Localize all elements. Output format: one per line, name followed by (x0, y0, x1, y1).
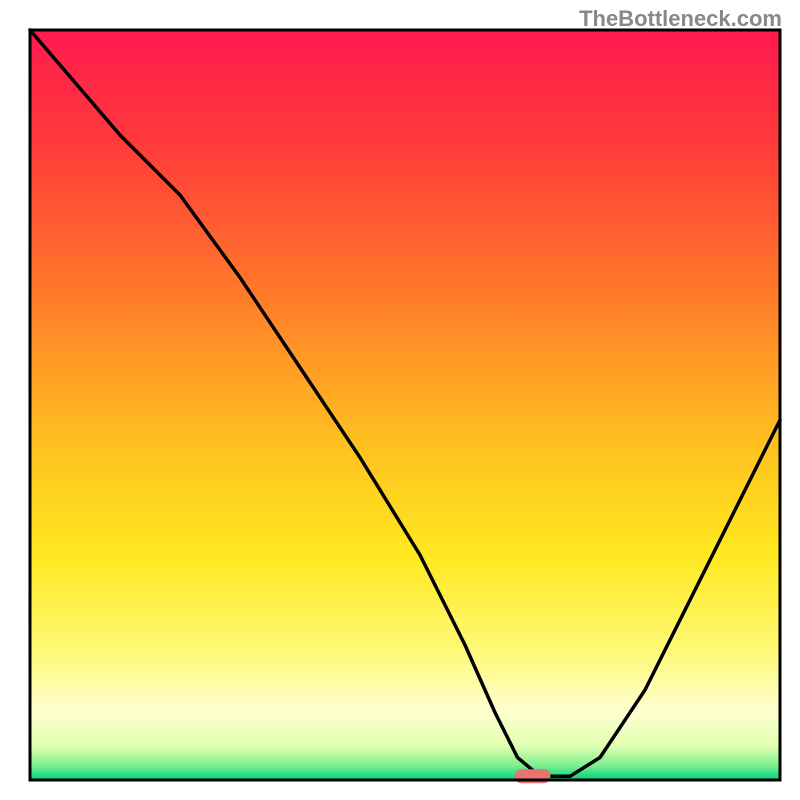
plot-background (30, 30, 780, 780)
chart-container: TheBottleneck.com (0, 0, 800, 800)
watermark-text: TheBottleneck.com (579, 6, 782, 32)
bottleneck-chart (0, 0, 800, 800)
